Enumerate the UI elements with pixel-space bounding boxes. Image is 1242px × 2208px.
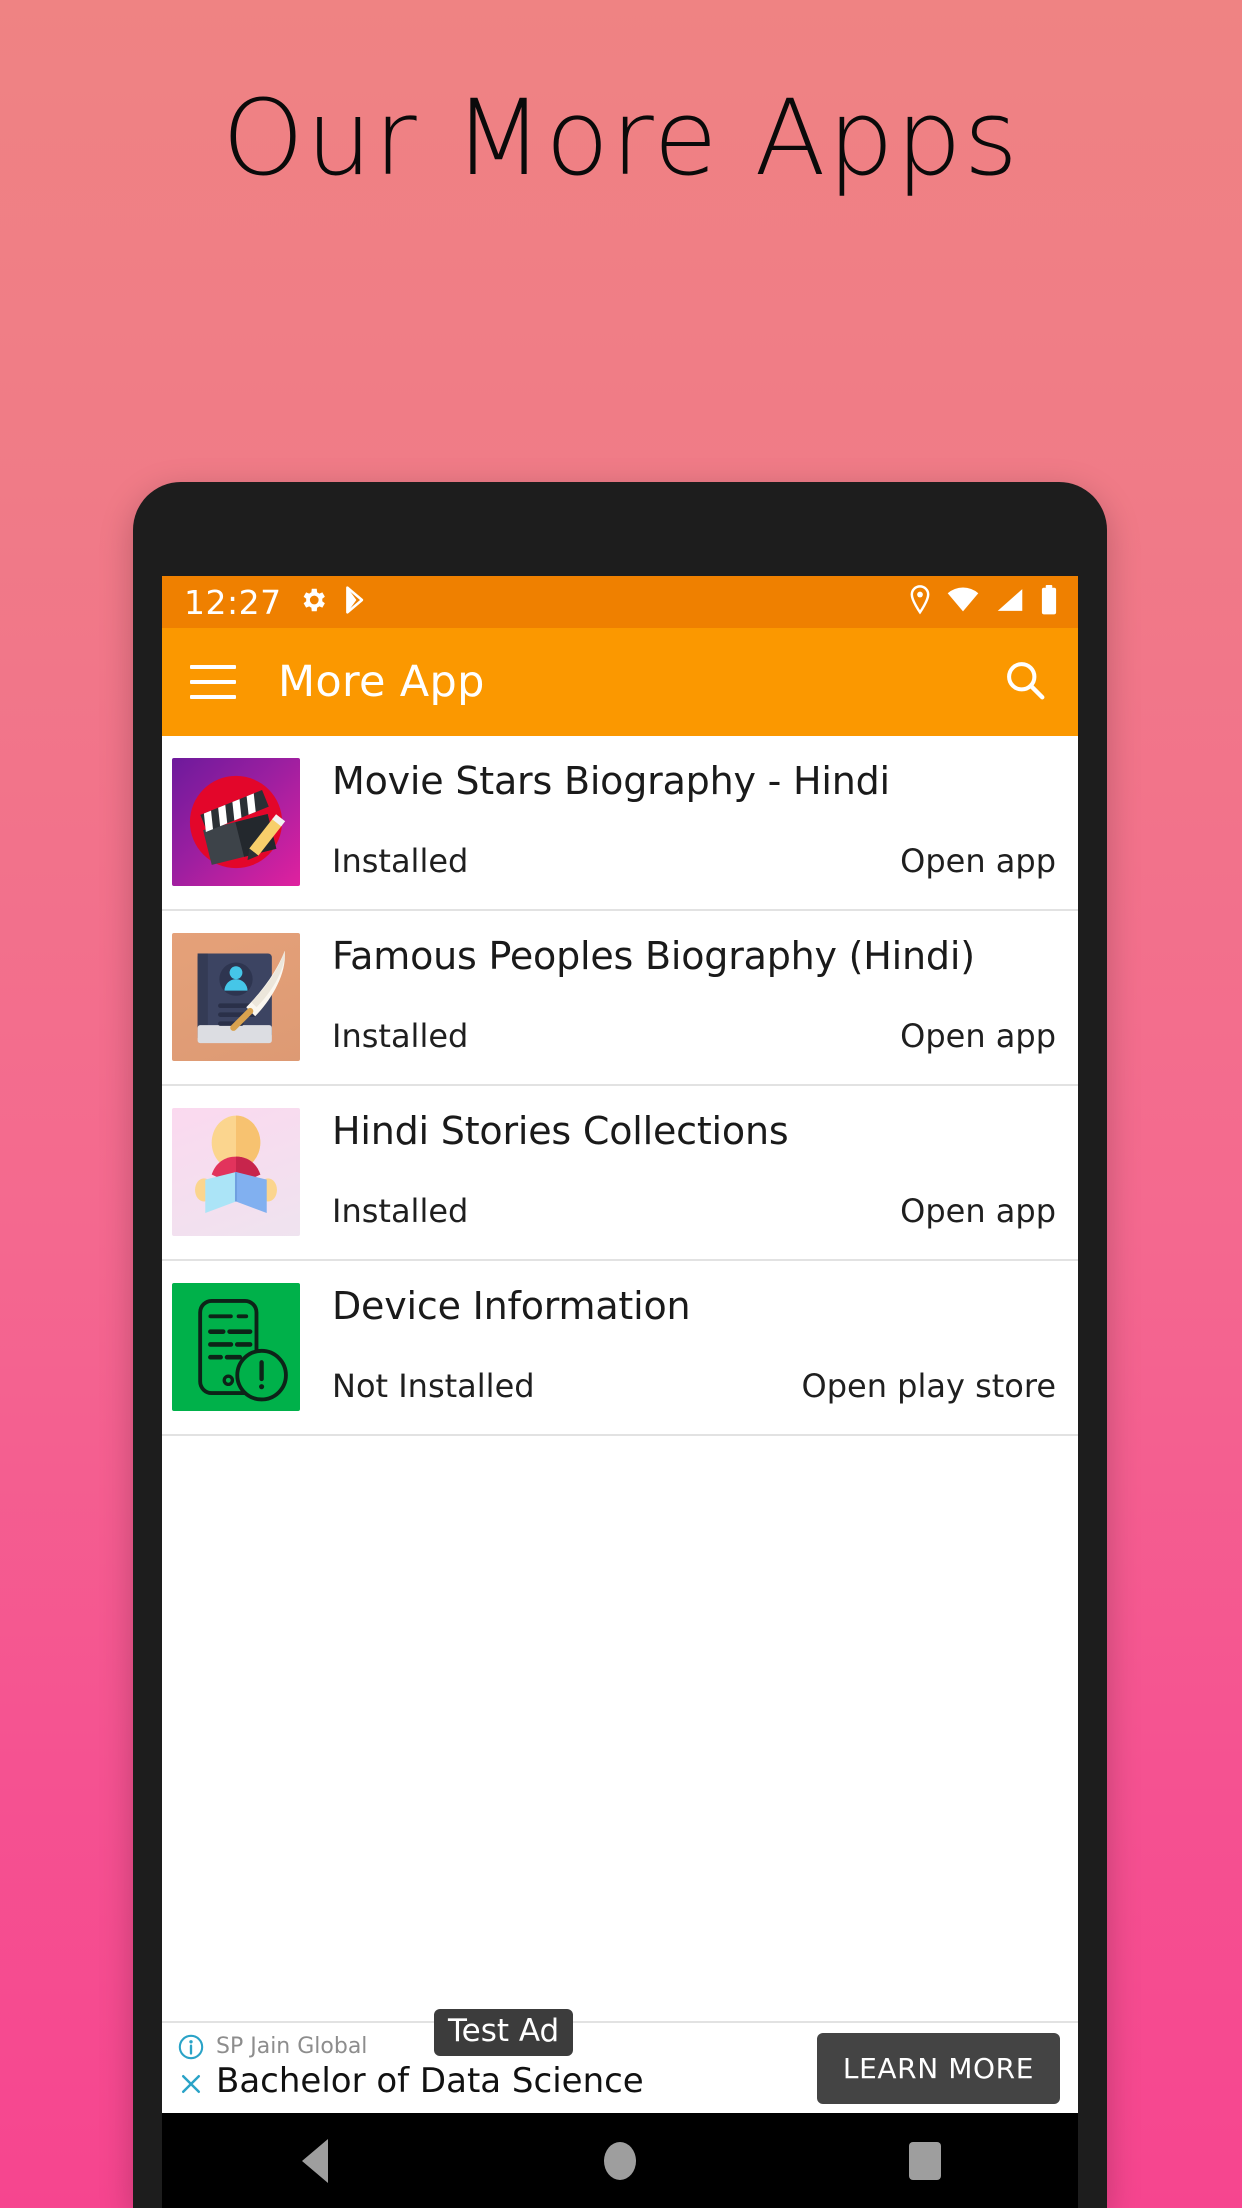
ad-close-icon[interactable]: [178, 2071, 204, 2102]
hamburger-menu-icon[interactable]: [190, 665, 236, 699]
ad-badge-column: [176, 2034, 206, 2102]
hamburger-line: [190, 680, 236, 684]
ad-info-icon[interactable]: [178, 2034, 204, 2065]
app-action-link[interactable]: Open app: [900, 1192, 1056, 1230]
back-triangle-icon: [301, 2138, 328, 2183]
app-meta: Installed Open app: [332, 1017, 1056, 1057]
list-item-body: Hindi Stories Collections Installed Open…: [332, 1104, 1056, 1232]
app-install-status: Installed: [332, 842, 469, 880]
recents-button[interactable]: [865, 2113, 985, 2208]
home-circle-icon: [603, 2141, 636, 2180]
app-list: Movie Stars Biography - Hindi Installed …: [162, 736, 1078, 2021]
hamburger-line: [190, 695, 236, 699]
list-item[interactable]: Device Information Not Installed Open pl…: [162, 1261, 1078, 1436]
status-bar-right: [909, 584, 1058, 620]
recents-square-icon: [909, 2141, 942, 2180]
ad-advertiser: SP Jain Global: [216, 2034, 368, 2060]
page-title: Our More Apps: [222, 77, 1020, 199]
wifi-icon: [946, 586, 980, 618]
location-pin-icon: [909, 584, 931, 620]
app-bar: More App: [162, 628, 1078, 736]
app-action-link[interactable]: Open app: [900, 842, 1056, 880]
list-item-body: Movie Stars Biography - Hindi Installed …: [332, 754, 1056, 882]
app-name: Movie Stars Biography - Hindi: [332, 759, 890, 803]
app-meta: Installed Open app: [332, 842, 1056, 882]
app-install-status: Not Installed: [332, 1367, 535, 1405]
app-install-status: Installed: [332, 1017, 469, 1055]
ad-banner[interactable]: SP Jain Global Bachelor of Data Science …: [162, 2009, 1078, 2113]
list-item[interactable]: Movie Stars Biography - Hindi Installed …: [162, 736, 1078, 911]
app-name: Device Information: [332, 1284, 691, 1328]
status-bar: 12:27: [162, 576, 1078, 628]
list-item-body: Famous Peoples Biography (Hindi) Install…: [332, 929, 1056, 1057]
app-action-link[interactable]: Open app: [900, 1017, 1056, 1055]
list-item[interactable]: Famous Peoples Biography (Hindi) Install…: [162, 911, 1078, 1086]
android-nav-bar: [162, 2113, 1078, 2208]
app-name: Hindi Stories Collections: [332, 1109, 789, 1153]
home-button[interactable]: [560, 2113, 680, 2208]
hamburger-line: [190, 665, 236, 669]
app-meta: Not Installed Open play store: [332, 1367, 1056, 1407]
phone-info-icon: [172, 1283, 300, 1411]
movie-clapperboard-icon: [172, 758, 300, 886]
biography-book-quill-icon: [172, 933, 300, 1061]
app-meta: Installed Open app: [332, 1192, 1056, 1232]
battery-icon: [1040, 584, 1058, 620]
status-bar-clock: 12:27: [184, 582, 282, 622]
phone-screen: 12:27 More App Movie Stars Biography - H…: [162, 576, 1078, 2113]
learn-more-button[interactable]: LEARN MORE: [816, 2032, 1060, 2104]
back-button[interactable]: [255, 2113, 375, 2208]
play-store-icon: [344, 585, 371, 620]
app-install-status: Installed: [332, 1192, 469, 1230]
search-icon[interactable]: [1002, 657, 1048, 708]
list-item[interactable]: Hindi Stories Collections Installed Open…: [162, 1086, 1078, 1261]
ad-text-block: SP Jain Global Bachelor of Data Science: [216, 2034, 644, 2101]
phone-mockup-frame: 12:27 More App Movie Stars Biography - H…: [133, 482, 1107, 2208]
app-action-link[interactable]: Open play store: [802, 1367, 1057, 1405]
ad-test-badge: Test Ad: [434, 2009, 574, 2056]
app-bar-title: More App: [278, 657, 485, 707]
ad-headline: Bachelor of Data Science: [216, 2060, 644, 2101]
gear-icon: [298, 585, 328, 620]
status-bar-left: 12:27: [184, 583, 371, 622]
list-item-body: Device Information Not Installed Open pl…: [332, 1279, 1056, 1407]
person-reading-book-icon: [172, 1108, 300, 1236]
app-name: Famous Peoples Biography (Hindi): [332, 934, 975, 978]
signal-icon: [995, 587, 1025, 618]
